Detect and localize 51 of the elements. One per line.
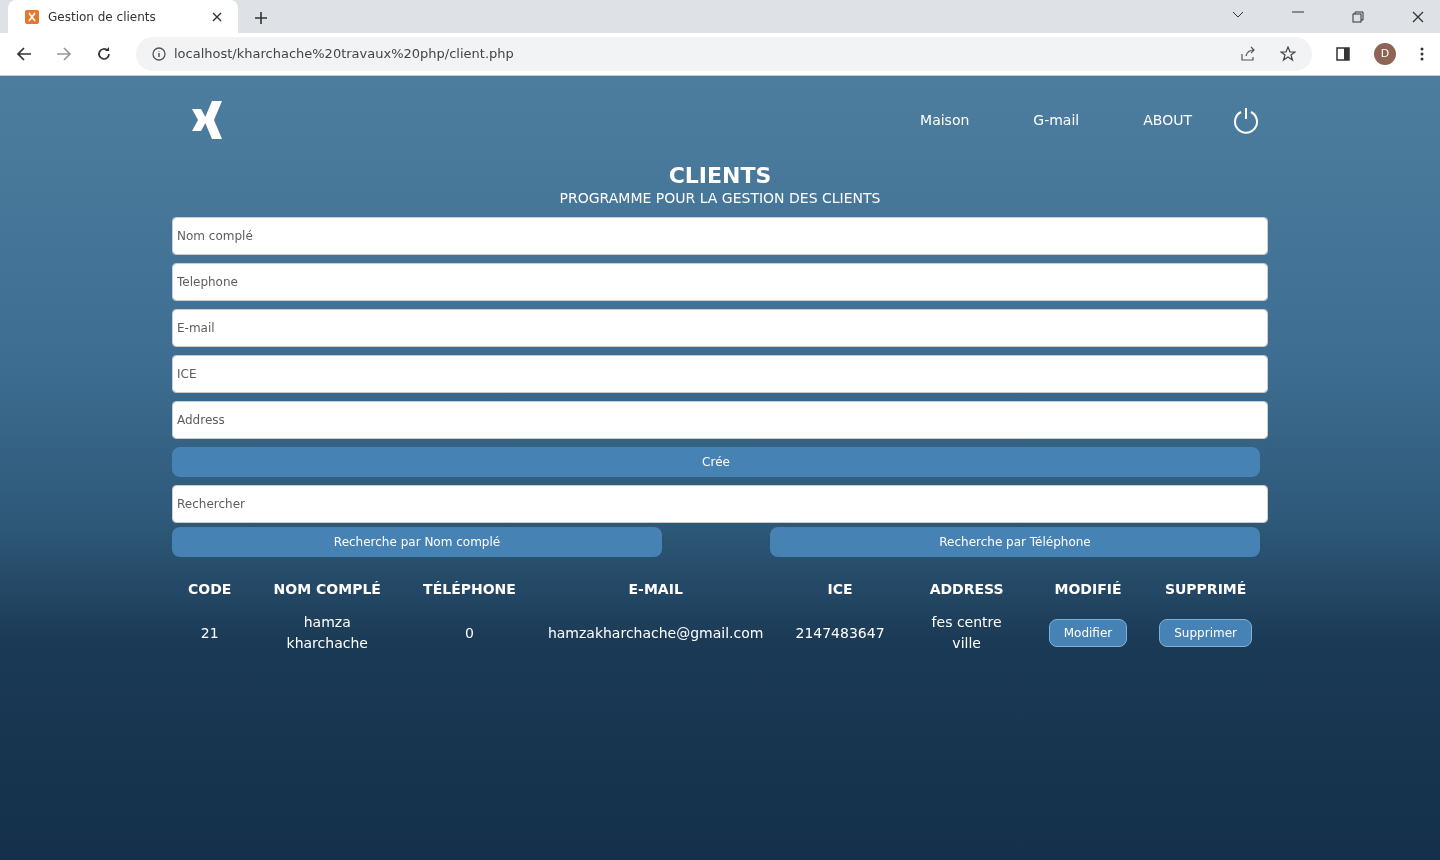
info-icon xyxy=(152,47,166,61)
input-field[interactable]: Nom complé xyxy=(172,217,1268,256)
back-arrow-icon[interactable] xyxy=(16,46,32,62)
table-cell-text: hamzakharchache@gmail.com xyxy=(546,623,765,643)
input-field[interactable]: ICE xyxy=(172,355,1268,394)
table-cell-text: 2147483647 xyxy=(794,623,886,643)
column-header: CODE xyxy=(187,580,233,600)
input-field[interactable]: E-mail xyxy=(172,309,1268,348)
search-field[interactable]: Rechercher xyxy=(172,485,1268,524)
table-cell-text: hamza kharchache xyxy=(285,613,369,654)
star-icon[interactable] xyxy=(1280,46,1296,62)
column-header: TÉLÉPHONE xyxy=(422,580,517,600)
close-icon[interactable] xyxy=(212,11,222,22)
column-header: ICE xyxy=(826,580,854,600)
column-header: MODIFIÉ xyxy=(1053,580,1123,600)
table-cell-text: 0 xyxy=(464,623,475,643)
close-icon[interactable] xyxy=(1412,10,1424,23)
minimize-icon[interactable] xyxy=(1292,10,1304,13)
nav-link[interactable]: ABOUT xyxy=(1143,109,1192,131)
address-bar[interactable]: localhost/kharchache%20travaux%20php/client.php xyxy=(136,37,1312,71)
search-button[interactable]: Recherche par Nom complé xyxy=(172,527,662,558)
input-field[interactable]: Telephone xyxy=(172,263,1268,302)
column-header: E-MAIL xyxy=(627,580,684,600)
tab-title: Gestion de clients xyxy=(48,8,157,26)
plus-icon[interactable] xyxy=(254,11,268,25)
forward-arrow-icon[interactable] xyxy=(56,46,72,62)
chevron-down-icon[interactable] xyxy=(1232,10,1244,19)
create-button[interactable]: Crée xyxy=(172,447,1260,478)
input-field[interactable]: Address xyxy=(172,401,1268,440)
share-icon[interactable] xyxy=(1240,46,1256,62)
power-icon[interactable] xyxy=(1232,106,1260,134)
nav-link[interactable]: G-mail xyxy=(1033,109,1080,131)
page-subtitle: PROGRAMME POUR LA GESTION DES CLIENTS xyxy=(558,189,882,209)
restore-icon[interactable] xyxy=(1352,10,1364,23)
search-button[interactable]: Recherche par Téléphone xyxy=(770,527,1260,558)
table-cell-text: 21 xyxy=(199,623,220,643)
edit-button[interactable]: Modifier xyxy=(1048,619,1128,648)
column-header: NOM COMPLÉ xyxy=(272,580,382,600)
column-header: ADDRESS xyxy=(928,580,1005,600)
side-panel-icon[interactable] xyxy=(1336,47,1350,61)
nav-link[interactable]: Maison xyxy=(920,109,970,131)
page-title: CLIENTS xyxy=(667,164,773,189)
menu-icon[interactable] xyxy=(1420,47,1424,61)
reload-icon[interactable] xyxy=(96,46,112,62)
column-header: SUPPRIMÉ xyxy=(1163,580,1248,600)
app-icon xyxy=(24,8,40,25)
url-text: localhost/kharchache%20travaux%20php/client.php xyxy=(174,45,515,64)
browser-tab[interactable]: Gestion de clients xyxy=(8,0,238,33)
delete-button[interactable]: Supprimer xyxy=(1159,619,1252,648)
profile-avatar[interactable]: D xyxy=(1374,43,1396,65)
table-cell-text: fes centre ville xyxy=(930,613,1003,654)
